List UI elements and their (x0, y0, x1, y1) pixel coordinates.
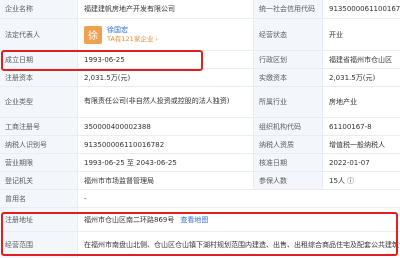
value-taxpayer-qualification: 增值税一般纳税人 (322, 136, 400, 153)
value-registered-capital: 2,031.5万(元) (77, 69, 253, 86)
table-row: 纳税人识别号 913500006110016782 纳税人资质 增值税一般纳税人 (0, 136, 400, 154)
label-company-name: 企业名称 (0, 0, 77, 18)
table-row: 登记机关 福州市市场监督管理局 参保人数 15人 ⓘ (0, 172, 400, 190)
label-status: 经营状态 (253, 19, 322, 50)
value-taxpayer-id: 913500006110016782 (77, 136, 253, 153)
label-region: 行政区划 (253, 51, 322, 68)
value-company-type: 有限责任公司(非自然人投资或控股的法人独资) (77, 87, 253, 117)
value-paid-capital: 2,031.5万(元) (322, 69, 400, 86)
table-row: 企业名称 福建建帆房地产开发有限公司 统一社会信用代码 913500006110… (0, 0, 400, 19)
avatar[interactable]: 徐 (84, 25, 102, 44)
legal-rep-name-link[interactable]: 徐国宏 (107, 26, 158, 35)
label-business-term: 营业期限 (0, 154, 77, 171)
label-org-code: 组织机构代码 (253, 118, 322, 135)
value-registration-authority: 福州市市场监督管理局 (77, 172, 253, 189)
table-row: 企业类型 有限责任公司(非自然人投资或控股的法人独资) 所属行业 房地产业 (0, 87, 400, 118)
value-company-name: 福建建帆房地产开发有限公司 (77, 0, 253, 18)
label-former-name: 曾用名 (0, 190, 77, 207)
table-row: 工商注册号 350000400002388 组织机构代码 61100167-8 (0, 118, 400, 136)
value-insured-count: 15人 ⓘ (322, 172, 400, 189)
table-row: 营业期限 1993-06-25 至 2043-06-25 核准日期 2022-0… (0, 154, 400, 172)
value-industry: 房地产业 (322, 87, 400, 117)
label-insured-count: 参保人数 (253, 172, 322, 189)
label-taxpayer-qualification: 纳税人资质 (253, 136, 322, 153)
value-approval-date: 2022-01-07 (322, 154, 400, 171)
label-credit-code: 统一社会信用代码 (253, 0, 322, 18)
value-org-code: 61100167-8 (322, 118, 400, 135)
label-registered-capital: 注册资本 (0, 69, 77, 86)
label-company-type: 企业类型 (0, 87, 77, 117)
value-credit-code: 913500006110016782 (322, 0, 400, 18)
label-business-reg-no: 工商注册号 (0, 118, 77, 135)
legal-rep-cell: 徐 徐国宏 TA有121家企业 › (77, 19, 253, 50)
value-region: 福建省福州市仓山区 (322, 51, 400, 68)
highlight-box-founded-date (1, 50, 203, 71)
related-companies-link[interactable]: TA有121家企业 › (107, 35, 158, 44)
table-row: 注册资本 2,031.5万(元) 实缴资本 2,031.5万(元) (0, 69, 400, 87)
value-status: 开业 (322, 19, 400, 50)
label-approval-date: 核准日期 (253, 154, 322, 171)
highlight-box-address-scope (1, 212, 398, 256)
label-paid-capital: 实缴资本 (253, 69, 322, 86)
table-row: 曾用名 - (0, 190, 400, 208)
value-business-term: 1993-06-25 至 2043-06-25 (77, 154, 253, 171)
label-industry: 所属行业 (253, 87, 322, 117)
label-legal-rep: 法定代表人 (0, 19, 77, 50)
value-business-reg-no: 350000400002388 (77, 118, 253, 135)
label-taxpayer-id: 纳税人识别号 (0, 136, 77, 153)
table-row: 法定代表人 徐 徐国宏 TA有121家企业 › 经营状态 开业 (0, 19, 400, 51)
value-former-name: - (77, 190, 400, 207)
label-registration-authority: 登记机关 (0, 172, 77, 189)
legal-rep-info: 徐国宏 TA有121家企业 › (107, 26, 158, 44)
